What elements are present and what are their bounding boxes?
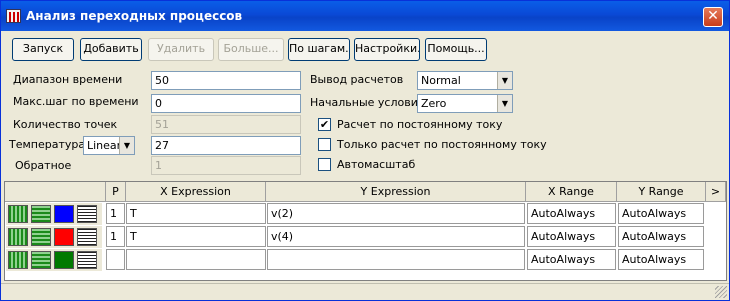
color-swatch-icon[interactable] [54, 205, 74, 223]
settings-button[interactable]: Настройки... [354, 38, 420, 61]
temperature-label: Температура [9, 138, 86, 151]
dc-calc-checkbox[interactable]: ✔ [318, 118, 331, 131]
max-step-input[interactable]: 0 [151, 94, 301, 113]
help-button[interactable]: Помощь... [425, 38, 487, 61]
vertical-grid-icon[interactable] [8, 228, 28, 246]
autoscale-checkbox[interactable] [318, 158, 331, 171]
chevron-down-icon[interactable]: ▼ [497, 95, 512, 112]
dc-calc-label: Расчет по постоянному току [337, 118, 503, 131]
p-cell[interactable] [106, 249, 125, 270]
autoscale-label: Автомасштаб [337, 158, 416, 171]
numeric-table-icon[interactable] [77, 205, 97, 223]
x-expression-cell[interactable]: T [126, 226, 266, 247]
chevron-down-icon[interactable]: ▼ [119, 137, 134, 154]
status-bar [1, 283, 729, 300]
vertical-grid-icon[interactable] [8, 251, 28, 269]
temperature-input[interactable]: 27 [151, 136, 301, 155]
x-range-cell[interactable]: AutoAlways [527, 203, 616, 224]
y-range-cell[interactable]: AutoAlways [618, 226, 704, 247]
x-range-header[interactable]: X Range [526, 182, 617, 202]
chevron-down-icon[interactable]: ▼ [497, 72, 512, 89]
output-label: Вывод расчетов [310, 73, 404, 86]
p-cell[interactable]: 1 [106, 226, 125, 247]
p-column-header[interactable]: P [106, 182, 126, 202]
y-expression-cell[interactable]: v(4) [267, 226, 525, 247]
p-cell[interactable]: 1 [106, 203, 125, 224]
x-range-cell[interactable]: AutoAlways [527, 226, 616, 247]
grid-corner-header [5, 182, 106, 202]
row-icons [6, 249, 102, 271]
horizontal-grid-icon[interactable] [31, 205, 51, 223]
points-label: Количество точек [13, 118, 118, 131]
y-range-cell[interactable]: AutoAlways [618, 203, 704, 224]
y-expression-header[interactable]: Y Expression [266, 182, 526, 202]
initial-conditions-label: Начальные условия [310, 96, 425, 109]
inverse-input[interactable]: 1 [151, 156, 301, 175]
max-step-label: Макс.шаг по времени [13, 95, 139, 108]
window-title: Анализ переходных процессов [26, 9, 243, 23]
output-select[interactable]: Normal ▼ [417, 71, 513, 90]
y-expression-cell[interactable]: v(2) [267, 203, 525, 224]
row-icons [6, 226, 102, 248]
initial-conditions-value: Zero [421, 97, 447, 110]
title-bar[interactable]: Анализ переходных процессов ✕ [1, 1, 729, 31]
numeric-table-icon[interactable] [77, 228, 97, 246]
run-button[interactable]: Запуск [12, 38, 74, 61]
time-range-input[interactable]: 50 [151, 71, 301, 90]
y-range-cell[interactable]: AutoAlways [618, 249, 704, 270]
temperature-mode-value: Linear [87, 139, 122, 152]
x-range-cell[interactable]: AutoAlways [527, 249, 616, 270]
inverse-label: Обратное [15, 159, 72, 172]
row-icons [6, 203, 102, 225]
dc-only-label: Только расчет по постоянному току [337, 138, 547, 151]
more-button[interactable]: Больше... [218, 38, 284, 61]
points-input[interactable]: 51 [151, 115, 301, 134]
color-swatch-icon[interactable] [54, 228, 74, 246]
x-expression-cell[interactable] [126, 249, 266, 270]
initial-conditions-select[interactable]: Zero ▼ [417, 94, 513, 113]
color-swatch-icon[interactable] [54, 251, 74, 269]
time-range-label: Диапазон времени [13, 73, 123, 86]
horizontal-grid-icon[interactable] [31, 228, 51, 246]
y-expression-cell[interactable] [267, 249, 525, 270]
resize-grip-icon[interactable] [715, 286, 727, 298]
add-button[interactable]: Добавить [80, 38, 142, 61]
output-value: Normal [421, 74, 461, 87]
temperature-mode-select[interactable]: Linear ▼ [83, 136, 135, 155]
dc-only-checkbox[interactable] [318, 138, 331, 151]
close-button[interactable]: ✕ [703, 7, 723, 27]
analysis-window: Анализ переходных процессов ✕ Запуск Доб… [0, 0, 730, 301]
more-columns-button[interactable]: > [706, 182, 726, 202]
step-button[interactable]: По шагам... [288, 38, 350, 61]
numeric-table-icon[interactable] [77, 251, 97, 269]
horizontal-grid-icon[interactable] [31, 251, 51, 269]
delete-button[interactable]: Удалить [148, 38, 214, 61]
y-range-header[interactable]: Y Range [617, 182, 706, 202]
app-icon [6, 9, 21, 23]
x-expression-cell[interactable]: T [126, 203, 266, 224]
vertical-grid-icon[interactable] [8, 205, 28, 223]
x-expression-header[interactable]: X Expression [126, 182, 266, 202]
expression-grid: P X Expression Y Expression X Range Y Ra… [4, 181, 727, 281]
